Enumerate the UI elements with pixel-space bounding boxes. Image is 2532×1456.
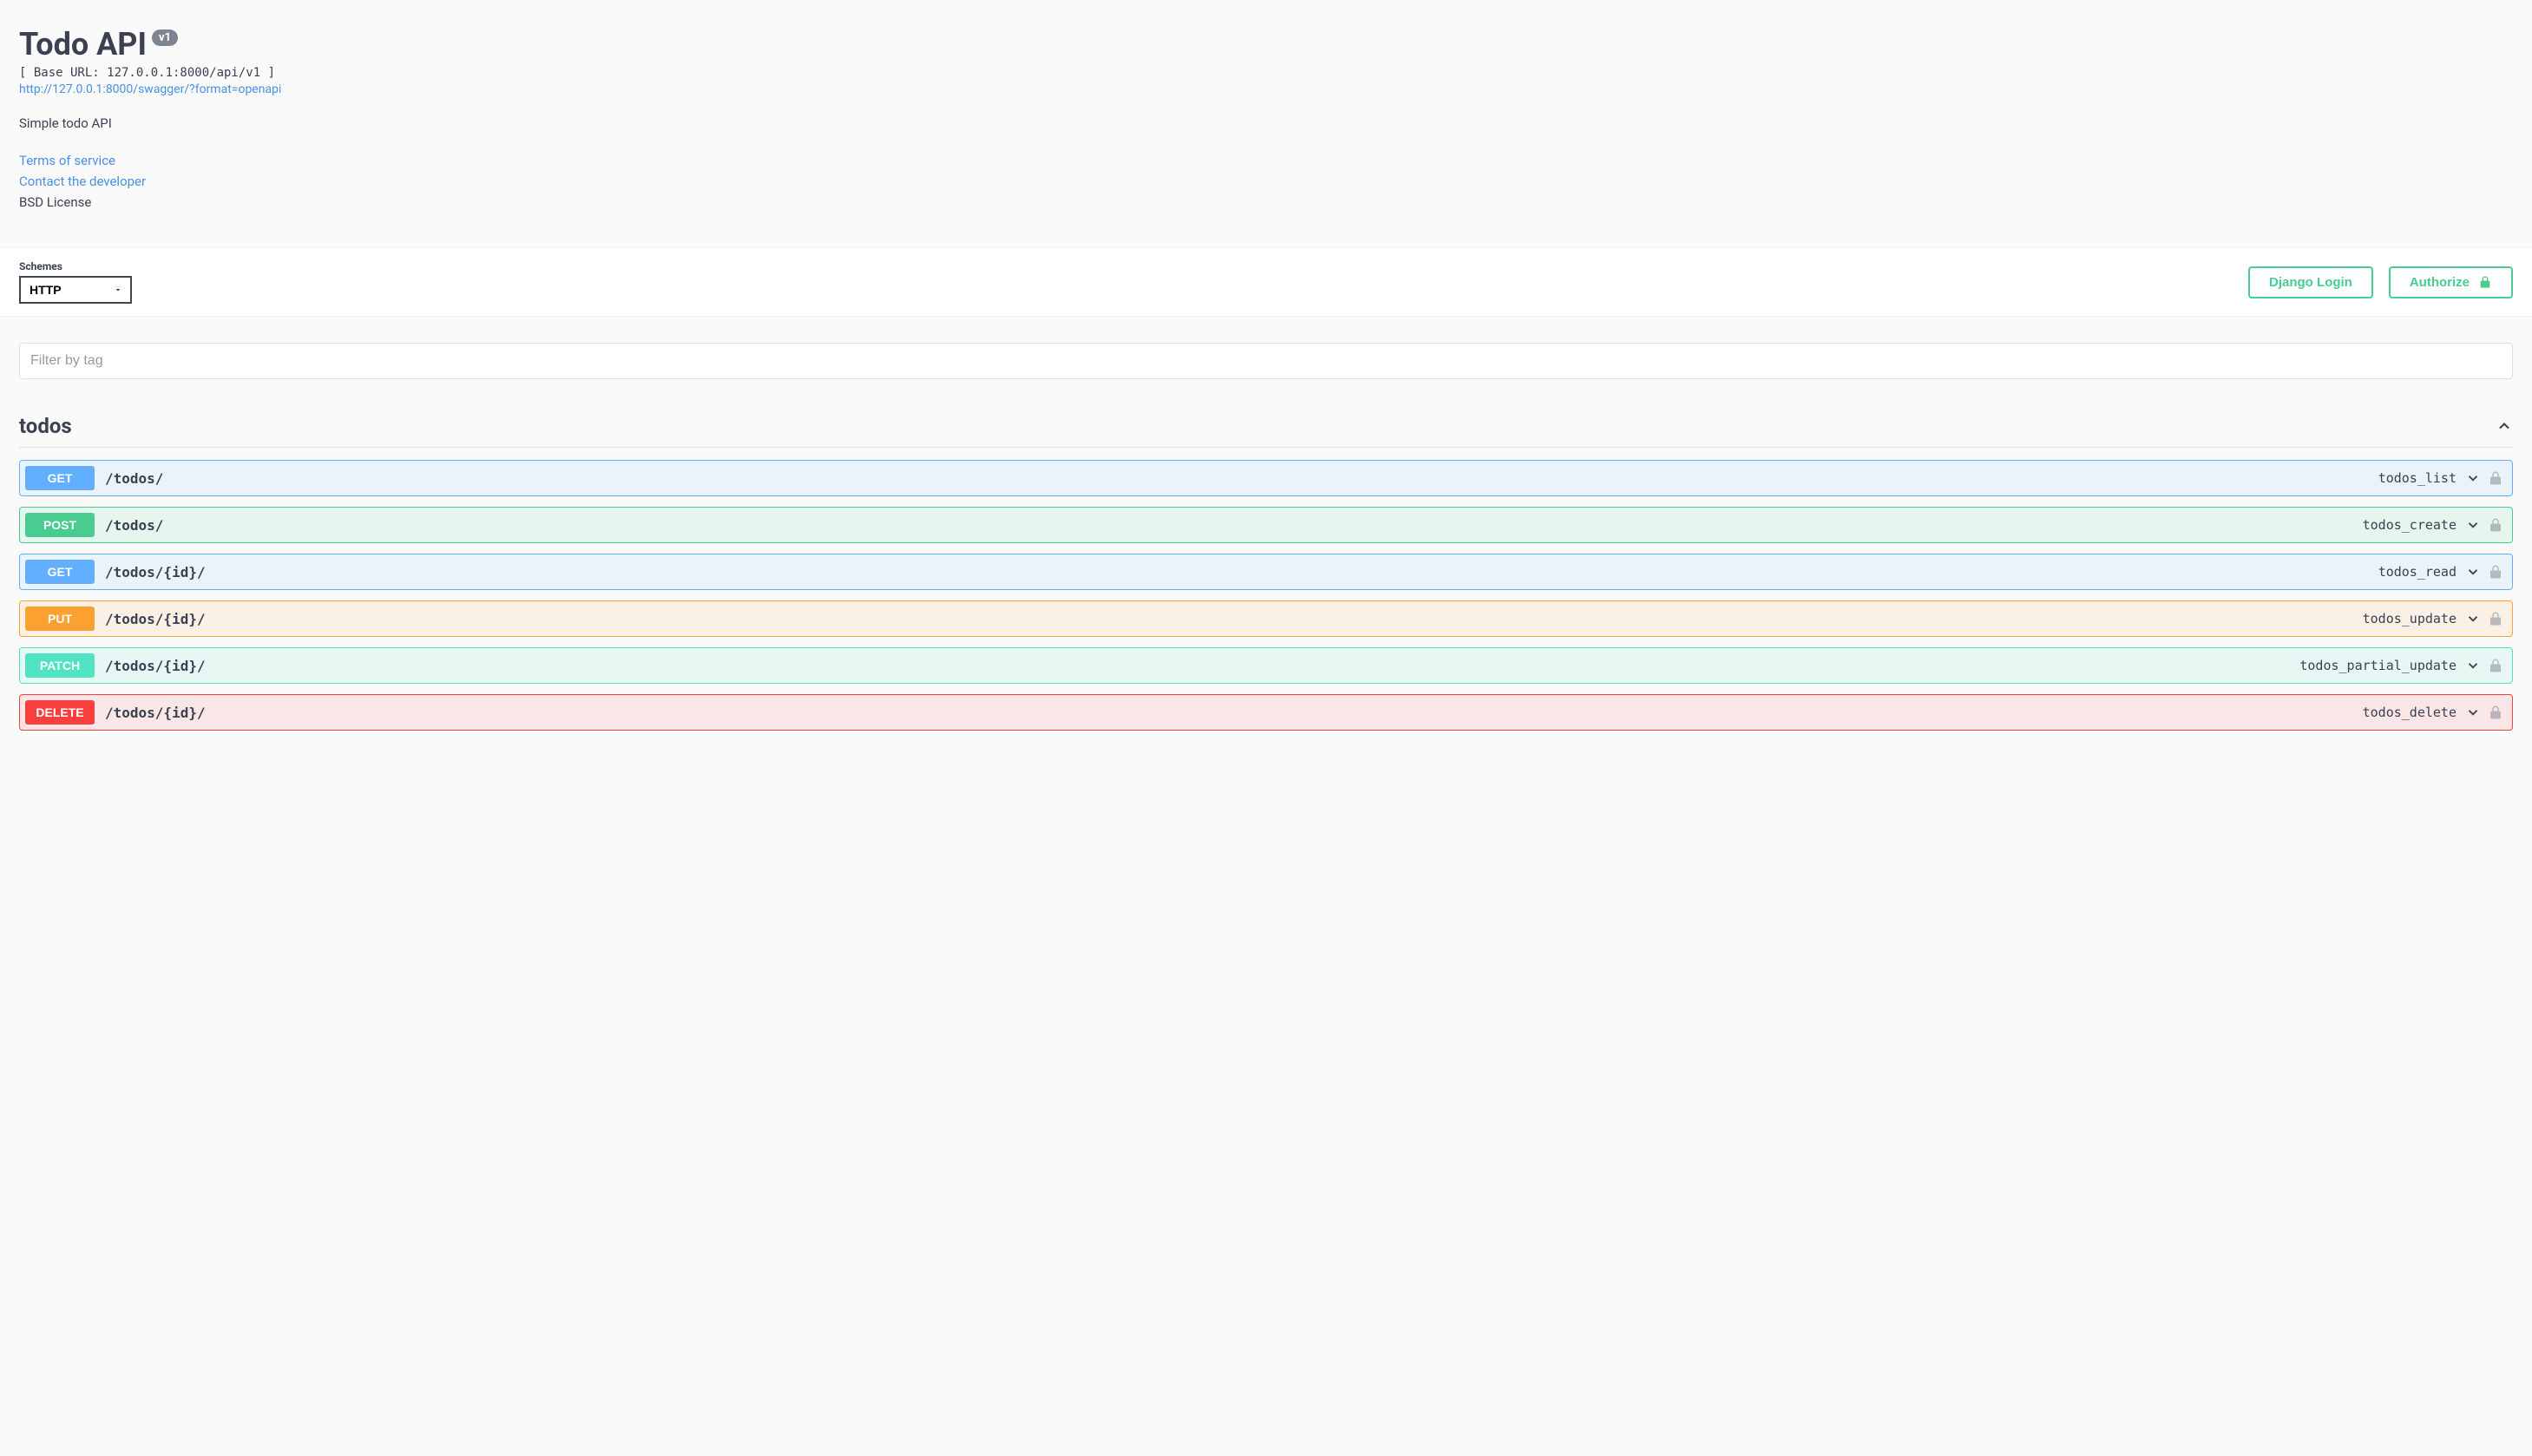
lock-icon (2488, 517, 2503, 533)
method-badge: DELETE (25, 700, 95, 725)
api-title: Todo API (19, 26, 147, 62)
operation-id: todos_read (2378, 564, 2457, 580)
api-description: Simple todo API (19, 115, 2513, 131)
chevron-down-icon (2465, 517, 2481, 533)
lock-icon (2488, 705, 2503, 720)
operation-row[interactable]: PUT/todos/{id}/ todos_update (19, 600, 2513, 637)
method-badge: PUT (25, 607, 95, 631)
operation-row[interactable]: GET/todos/todos_list (19, 460, 2513, 496)
tag-section-todos: todos GET/todos/todos_list POST/todos/tod… (19, 405, 2513, 731)
operation-path: /todos/{id}/ (105, 611, 206, 627)
method-badge: GET (25, 466, 95, 490)
lock-icon (2488, 564, 2503, 580)
django-login-button[interactable]: Django Login (2248, 266, 2373, 298)
operation-path: /todos/ (105, 470, 163, 487)
schemes-label: Schemes (19, 260, 132, 272)
operation-path: /todos/{id}/ (105, 658, 206, 674)
method-badge: GET (25, 560, 95, 584)
filter-input[interactable] (19, 343, 2513, 379)
operation-row[interactable]: GET/todos/{id}/ todos_read (19, 554, 2513, 590)
lock-icon (2488, 611, 2503, 626)
operation-row[interactable]: POST/todos/todos_create (19, 507, 2513, 543)
operation-row[interactable]: DELETE/todos/{id}/ todos_delete (19, 694, 2513, 731)
operation-path: /todos/{id}/ (105, 705, 206, 721)
lock-icon (2488, 470, 2503, 486)
operation-id: todos_create (2363, 517, 2457, 533)
chevron-down-icon (2465, 470, 2481, 486)
lock-icon (2478, 275, 2492, 289)
chevron-down-icon (2465, 564, 2481, 580)
base-url: [ Base URL: 127.0.0.1:8000/api/v1 ] (19, 66, 2513, 80)
authorize-button[interactable]: Authorize (2389, 266, 2513, 298)
tag-name: todos (19, 414, 72, 438)
operation-path: /todos/ (105, 517, 163, 534)
method-badge: PATCH (25, 653, 95, 678)
operation-id: todos_update (2363, 611, 2457, 626)
schemes-select[interactable]: HTTP (19, 276, 132, 304)
operation-row[interactable]: PATCH/todos/{id}/ todos_partial_update (19, 647, 2513, 684)
operation-id: todos_delete (2363, 705, 2457, 720)
version-badge: v1 (152, 30, 178, 46)
license-text: BSD License (19, 192, 2513, 213)
authorize-label: Authorize (2410, 275, 2470, 290)
lock-icon (2488, 658, 2503, 673)
spec-link[interactable]: http://127.0.0.1:8000/swagger/?format=op… (19, 82, 281, 96)
chevron-down-icon (2465, 705, 2481, 720)
info-header: Todo API v1 [ Base URL: 127.0.0.1:8000/a… (0, 0, 2532, 247)
chevron-up-icon (2496, 417, 2513, 435)
chevron-down-icon (2465, 658, 2481, 673)
tag-header[interactable]: todos (19, 405, 2513, 448)
terms-link[interactable]: Terms of service (19, 150, 2513, 171)
operation-id: todos_partial_update (2299, 658, 2457, 673)
contact-link[interactable]: Contact the developer (19, 171, 2513, 192)
django-login-label: Django Login (2269, 275, 2352, 290)
chevron-down-icon (2465, 611, 2481, 626)
operation-path: /todos/{id}/ (105, 564, 206, 580)
schemes-bar: Schemes HTTP Django Login Authorize (0, 247, 2532, 317)
method-badge: POST (25, 513, 95, 537)
operation-id: todos_list (2378, 470, 2457, 486)
